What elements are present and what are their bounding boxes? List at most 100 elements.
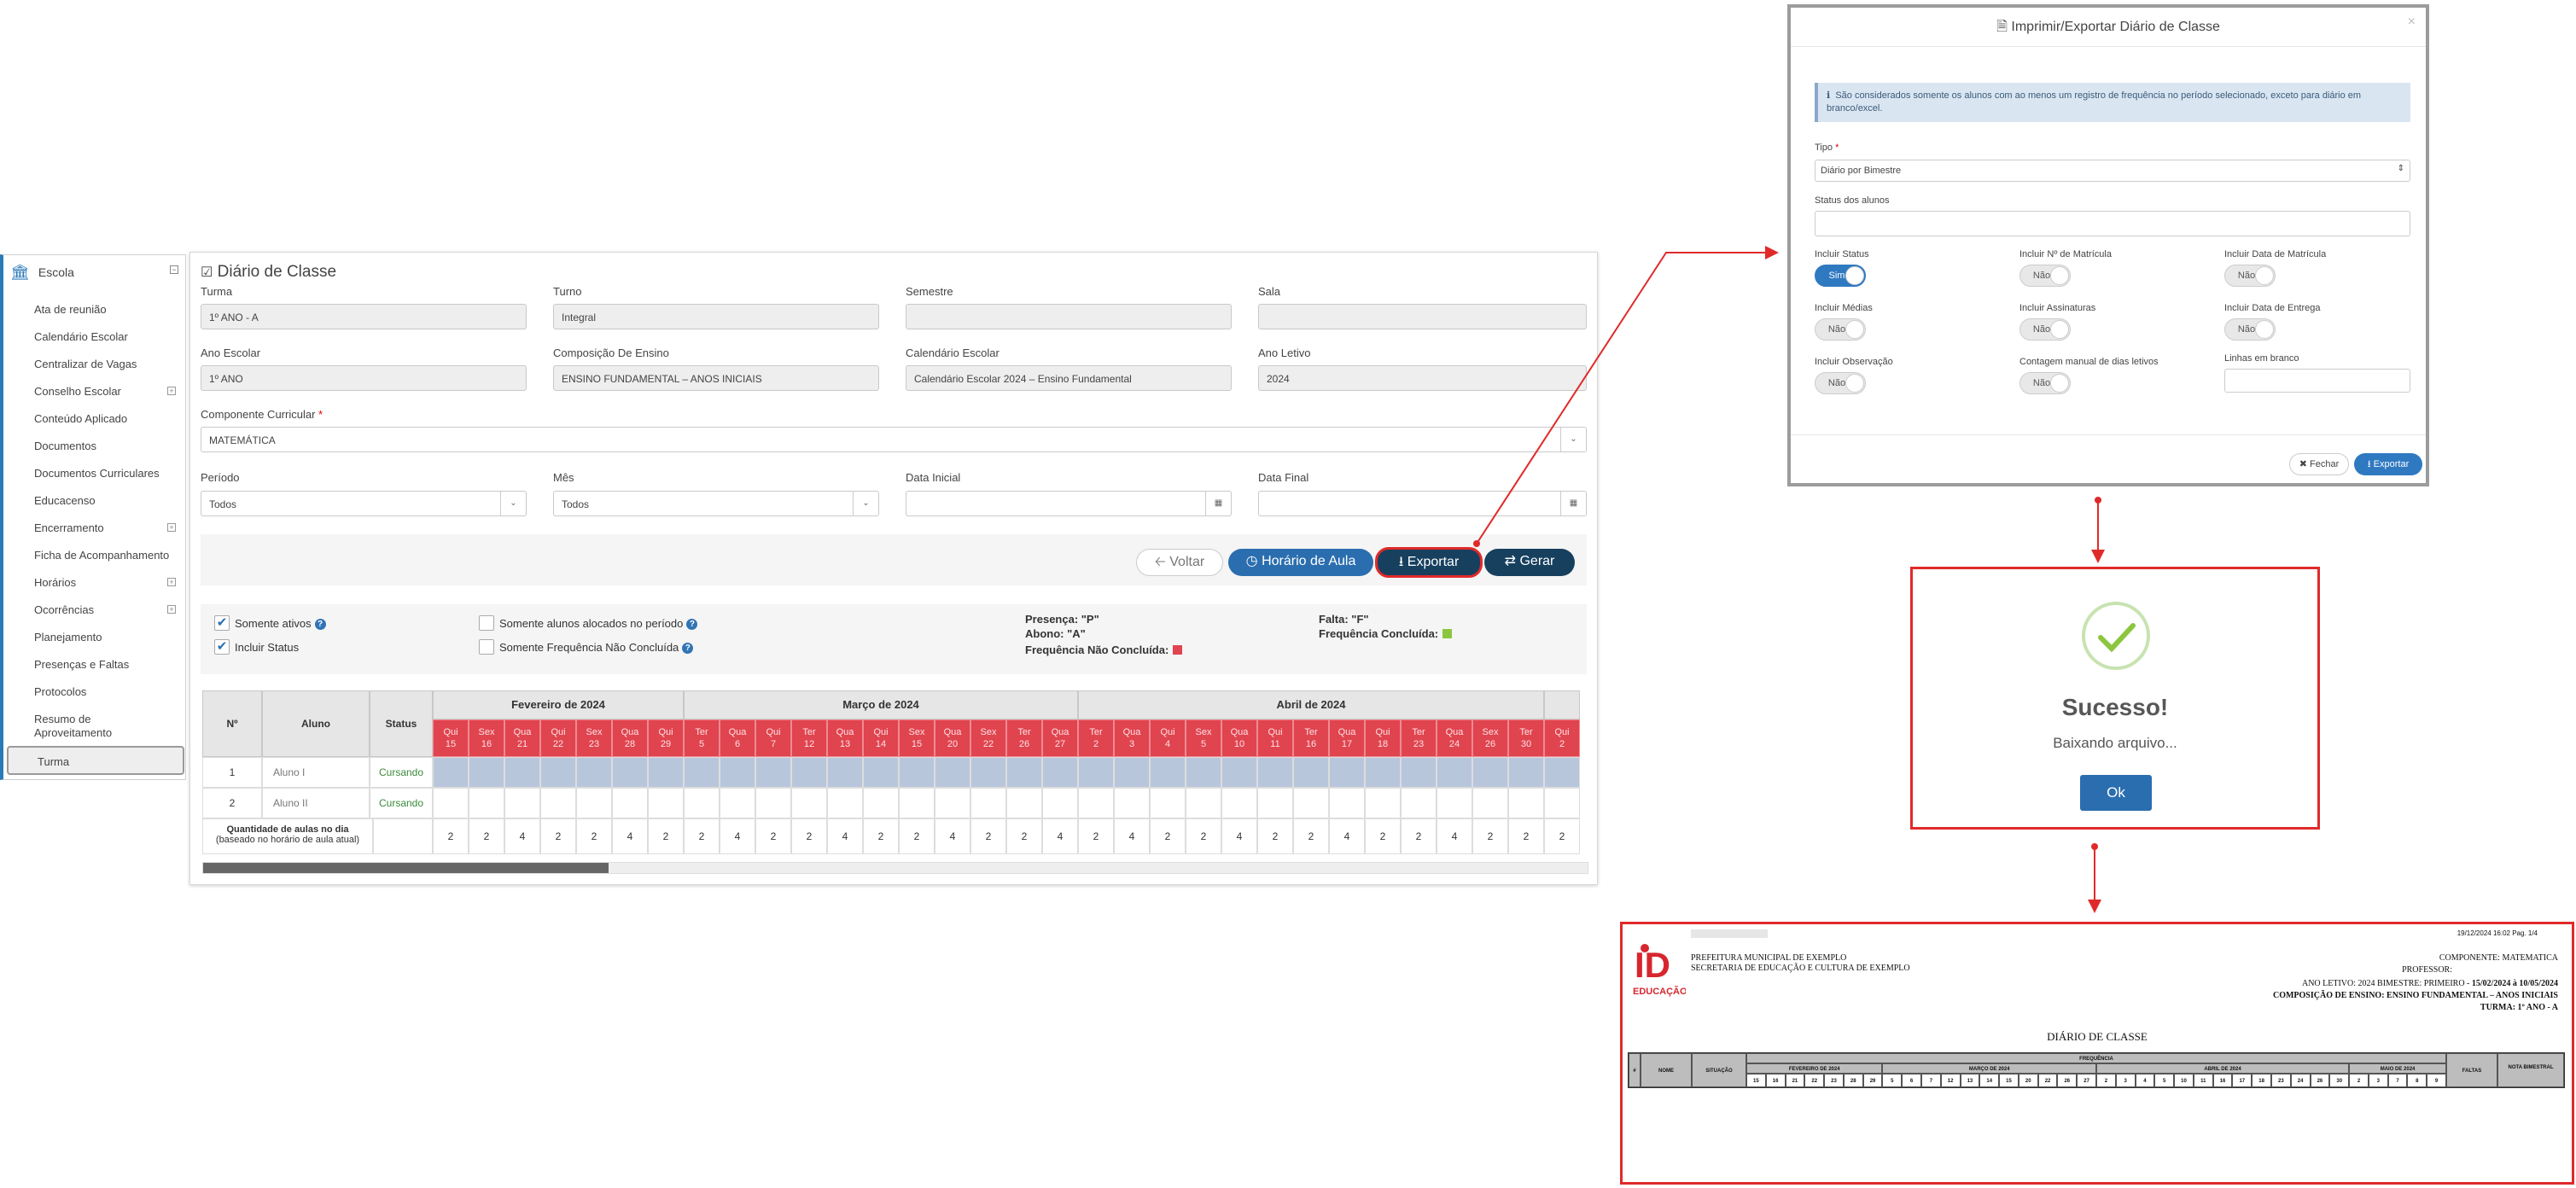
toggle-2[interactable]: Não bbox=[2224, 265, 2276, 287]
attendance-cell[interactable] bbox=[576, 788, 612, 818]
calendar-icon[interactable]: ▦ bbox=[1560, 492, 1586, 515]
attendance-cell[interactable] bbox=[1221, 788, 1257, 818]
attendance-cell[interactable] bbox=[827, 788, 863, 818]
fechar-button[interactable]: ✖ Fechar bbox=[2289, 453, 2349, 475]
expand-icon[interactable]: + bbox=[167, 605, 176, 614]
somente-freq-checkbox[interactable] bbox=[479, 639, 494, 655]
expand-icon[interactable]: + bbox=[167, 387, 176, 395]
attendance-cell[interactable] bbox=[720, 757, 755, 788]
attendance-cell[interactable] bbox=[1186, 757, 1221, 788]
attendance-cell[interactable] bbox=[1150, 757, 1186, 788]
attendance-cell[interactable] bbox=[1042, 757, 1078, 788]
sidebar-item[interactable]: Conteúdo Aplicado bbox=[34, 412, 127, 426]
modal-exportar-button[interactable]: ⭳ Exportar bbox=[2354, 453, 2422, 475]
toggle-6[interactable]: Não bbox=[1815, 372, 1866, 394]
mes-select[interactable]: Todos ⌄ bbox=[553, 491, 879, 516]
attendance-cell[interactable] bbox=[935, 788, 970, 818]
attendance-cell[interactable] bbox=[863, 788, 899, 818]
calendar-icon[interactable]: ▦ bbox=[1205, 492, 1231, 515]
toggle-5[interactable]: Não bbox=[2224, 318, 2276, 341]
attendance-cell[interactable] bbox=[612, 757, 648, 788]
help-icon[interactable]: ? bbox=[314, 619, 326, 630]
sidebar-item[interactable]: Calendário Escolar bbox=[34, 330, 128, 344]
attendance-cell[interactable] bbox=[469, 757, 504, 788]
attendance-cell[interactable] bbox=[1401, 788, 1437, 818]
data-inicial-input[interactable]: ▦ bbox=[906, 491, 1232, 516]
row-aluno[interactable]: Aluno II bbox=[262, 788, 370, 818]
periodo-select[interactable]: Todos ⌄ bbox=[201, 491, 527, 516]
somente-ativos-checkbox[interactable]: ✔ bbox=[214, 615, 230, 631]
attendance-cell[interactable] bbox=[1293, 757, 1329, 788]
attendance-cell[interactable] bbox=[1186, 788, 1221, 818]
attendance-cell[interactable] bbox=[1293, 788, 1329, 818]
linhas-branco-input[interactable] bbox=[2224, 369, 2410, 393]
attendance-cell[interactable] bbox=[970, 788, 1006, 818]
attendance-cell[interactable] bbox=[540, 757, 576, 788]
exportar-button[interactable]: ⭳ Exportar bbox=[1375, 547, 1483, 578]
attendance-cell[interactable] bbox=[612, 788, 648, 818]
attendance-cell[interactable] bbox=[827, 757, 863, 788]
sidebar-item[interactable]: Documentos Curriculares bbox=[34, 467, 160, 480]
horario-button[interactable]: ◷ Horário de Aula bbox=[1228, 549, 1373, 576]
attendance-cell[interactable] bbox=[1329, 757, 1365, 788]
attendance-cell[interactable] bbox=[1544, 757, 1580, 788]
attendance-cell[interactable] bbox=[1114, 788, 1150, 818]
attendance-cell[interactable] bbox=[899, 757, 935, 788]
sidebar-item[interactable]: Protocolos bbox=[34, 685, 86, 699]
attendance-cell[interactable] bbox=[1114, 757, 1150, 788]
sidebar-item[interactable]: Ficha de Acompanhamento bbox=[34, 549, 169, 562]
attendance-cell[interactable] bbox=[648, 757, 684, 788]
attendance-cell[interactable] bbox=[1329, 788, 1365, 818]
toggle-0[interactable]: Sim bbox=[1815, 265, 1866, 287]
collapse-icon[interactable]: − bbox=[170, 265, 178, 274]
attendance-cell[interactable] bbox=[1078, 788, 1114, 818]
attendance-cell[interactable] bbox=[755, 788, 791, 818]
expand-icon[interactable]: + bbox=[167, 578, 176, 586]
toggle-4[interactable]: Não bbox=[2019, 318, 2071, 341]
attendance-cell[interactable] bbox=[1508, 757, 1544, 788]
attendance-cell[interactable] bbox=[648, 788, 684, 818]
attendance-cell[interactable] bbox=[791, 757, 827, 788]
ok-button[interactable]: Ok bbox=[2080, 775, 2152, 811]
sidebar-item[interactable]: Planejamento bbox=[34, 631, 102, 644]
attendance-cell[interactable] bbox=[1006, 757, 1042, 788]
attendance-cell[interactable] bbox=[684, 757, 720, 788]
attendance-cell[interactable] bbox=[899, 788, 935, 818]
sidebar-item[interactable]: Documentos bbox=[34, 440, 96, 453]
attendance-cell[interactable] bbox=[1508, 788, 1544, 818]
attendance-cell[interactable] bbox=[504, 757, 540, 788]
toggle-3[interactable]: Não bbox=[1815, 318, 1866, 341]
attendance-cell[interactable] bbox=[433, 788, 469, 818]
row-aluno[interactable]: Aluno I bbox=[262, 757, 370, 788]
attendance-cell[interactable] bbox=[469, 788, 504, 818]
help-icon[interactable]: ? bbox=[686, 619, 698, 630]
attendance-cell[interactable] bbox=[791, 788, 827, 818]
scrollbar-thumb[interactable] bbox=[203, 863, 609, 873]
close-icon[interactable]: × bbox=[2408, 15, 2416, 30]
attendance-cell[interactable] bbox=[1365, 757, 1401, 788]
help-icon[interactable]: ? bbox=[682, 643, 694, 654]
attendance-cell[interactable] bbox=[1472, 788, 1508, 818]
attendance-cell[interactable] bbox=[1401, 757, 1437, 788]
sidebar-item[interactable]: Ata de reunião bbox=[34, 303, 107, 317]
attendance-cell[interactable] bbox=[1437, 757, 1472, 788]
attendance-cell[interactable] bbox=[1365, 788, 1401, 818]
sidebar-item[interactable]: Aproveitamento bbox=[34, 726, 112, 740]
sidebar-header[interactable]: 🏛 Escola − bbox=[3, 255, 185, 289]
attendance-cell[interactable] bbox=[1150, 788, 1186, 818]
attendance-cell[interactable] bbox=[684, 788, 720, 818]
sidebar-item[interactable]: Educacenso bbox=[34, 494, 96, 508]
voltar-button[interactable]: 🡠 Voltar bbox=[1136, 549, 1223, 576]
sidebar-item[interactable]: Resumo de bbox=[34, 713, 90, 726]
attendance-cell[interactable] bbox=[970, 757, 1006, 788]
attendance-cell[interactable] bbox=[504, 788, 540, 818]
attendance-cell[interactable] bbox=[576, 757, 612, 788]
attendance-cell[interactable] bbox=[1006, 788, 1042, 818]
horizontal-scrollbar[interactable] bbox=[202, 862, 1588, 874]
attendance-cell[interactable] bbox=[1472, 757, 1508, 788]
attendance-cell[interactable] bbox=[433, 757, 469, 788]
sidebar-item[interactable]: Horários + bbox=[34, 576, 176, 590]
attendance-cell[interactable] bbox=[863, 757, 899, 788]
attendance-cell[interactable] bbox=[1437, 788, 1472, 818]
attendance-cell[interactable] bbox=[1221, 757, 1257, 788]
